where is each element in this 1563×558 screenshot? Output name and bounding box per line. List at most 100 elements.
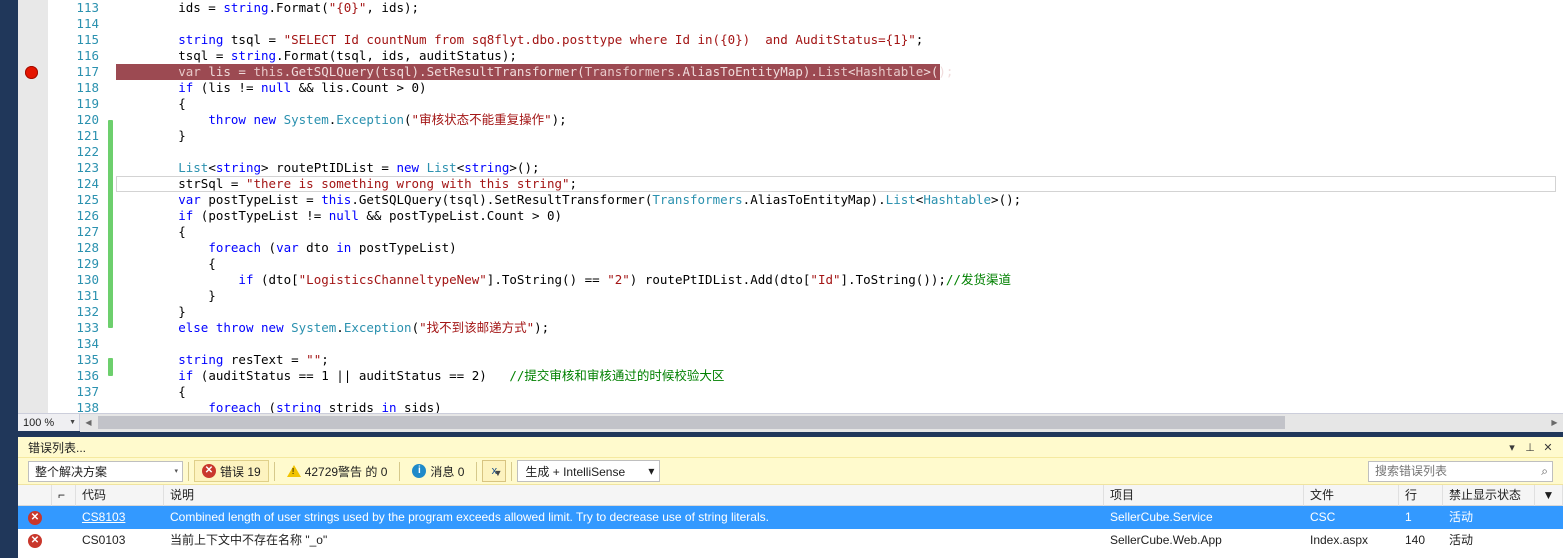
code-line[interactable]: ids = string.Format("{0}", ids);	[116, 0, 1563, 16]
editor-change-bar	[108, 0, 113, 413]
error-line-cell: 140	[1405, 533, 1426, 547]
code-line[interactable]: {	[116, 96, 1563, 112]
errors-filter-button[interactable]: ✕ 错误 19	[194, 460, 269, 482]
column-header-code[interactable]: 代码	[76, 484, 164, 506]
horizontal-scrollbar[interactable]: ◀ ▶	[80, 413, 1563, 432]
line-number: 138	[76, 400, 99, 413]
line-number: 123	[76, 160, 99, 175]
messages-filter-button[interactable]: i 消息 0	[405, 460, 471, 482]
column-header-line[interactable]: 行	[1399, 484, 1443, 506]
code-line[interactable]: else throw new System.Exception("找不到该邮递方…	[116, 320, 1563, 336]
code-line[interactable]	[116, 144, 1563, 160]
severity-icon-cell: ✕	[18, 529, 52, 552]
column-header-description[interactable]: 说明	[164, 484, 1104, 506]
toolbar-separator	[188, 461, 189, 481]
column-header-pin[interactable]: ⌐	[52, 484, 76, 506]
line-number: 114	[76, 16, 99, 31]
error-icon: ✕	[28, 533, 42, 548]
code-text-area[interactable]: ids = string.Format("{0}", ids); string …	[116, 0, 1563, 413]
column-header-project[interactable]: 项目	[1104, 484, 1304, 506]
error-project-cell: SellerCube.Service	[1110, 510, 1213, 524]
chevron-down-icon[interactable]: ▾	[1503, 441, 1521, 454]
chevron-down-icon: ▾	[174, 468, 178, 475]
error-code-link[interactable]: CS8103	[82, 510, 125, 524]
error-list-rows: ✕ CS8103 Combined length of user strings u…	[18, 506, 1563, 552]
code-line[interactable]: }	[116, 304, 1563, 320]
code-line[interactable]: string resText = "";	[116, 352, 1563, 368]
error-list-panel: 错误列表... ▾ ⊥ ✕ 整个解决方案 ▾ ✕ 错误 19 42729警告 的…	[18, 437, 1563, 558]
column-header-filter-icon[interactable]: ▼	[1535, 484, 1563, 506]
change-bar-segment	[108, 120, 113, 328]
code-line[interactable]: throw new System.Exception("审核状态不能重复操作")…	[116, 112, 1563, 128]
scope-dropdown[interactable]: 整个解决方案 ▾	[28, 460, 183, 482]
line-number: 125	[76, 192, 99, 207]
code-line[interactable]: {	[116, 384, 1563, 400]
scroll-right-icon[interactable]: ▶	[1546, 414, 1563, 431]
scope-dropdown-value: 整个解决方案	[35, 464, 108, 479]
code-line[interactable]: if (dto["LogisticsChanneltypeNew"].ToStr…	[116, 272, 1563, 288]
current-line-indicator	[116, 176, 1556, 192]
column-header-suppression-state[interactable]: 禁止显示状态	[1443, 484, 1535, 506]
line-number: 135	[76, 352, 99, 367]
breakpoint-marker[interactable]	[25, 66, 38, 79]
change-bar-segment	[108, 358, 113, 376]
errors-count-label: 错误 19	[220, 464, 261, 479]
funnel-icon: ▼	[493, 468, 503, 478]
line-number: 132	[76, 304, 99, 319]
editor-glyph-margin[interactable]	[18, 0, 48, 413]
error-description-cell: Combined length of user strings used by …	[170, 510, 769, 524]
warnings-filter-button[interactable]: 42729警告 的 0	[280, 460, 395, 482]
line-number: 115	[76, 32, 99, 47]
code-line[interactable]: }	[116, 288, 1563, 304]
column-header-file[interactable]: 文件	[1304, 484, 1399, 506]
error-project-cell: SellerCube.Web.App	[1110, 533, 1222, 547]
error-code-cell[interactable]: CS0103	[76, 529, 164, 552]
code-line[interactable]: List<string> routePtIDList = new List<st…	[116, 160, 1563, 176]
code-line[interactable]: {	[116, 224, 1563, 240]
search-icon[interactable]: ⌕	[1541, 464, 1548, 479]
line-number: 134	[76, 336, 99, 351]
code-line[interactable]: if (postTypeList != null && postTypeList…	[116, 208, 1563, 224]
line-number: 119	[76, 96, 99, 111]
clear-filter-button[interactable]: x ▼	[482, 460, 507, 482]
error-code-cell[interactable]: CS8103	[76, 506, 164, 529]
column-header-gutter	[18, 484, 52, 506]
severity-icon-cell: ✕	[18, 506, 52, 529]
code-line[interactable]: foreach (string strids in sids)	[116, 400, 1563, 413]
info-icon: i	[412, 464, 427, 478]
line-number-gutter: 113 114 115 116 117 118 119 120 121 122 123 124 125 1…	[48, 0, 106, 413]
code-line[interactable]: var lis = this.GetSQLQuery(tsql).SetResu…	[116, 64, 953, 80]
search-error-list-box[interactable]: ⌕	[1368, 460, 1553, 482]
toolbar-separator	[273, 461, 275, 481]
code-line[interactable]: string tsql = "SELECT Id countNum from s…	[116, 32, 1563, 48]
line-number: 129	[76, 256, 99, 271]
code-line[interactable]	[116, 336, 1563, 352]
error-list-title-bar[interactable]: 错误列表... ▾ ⊥ ✕	[18, 437, 1563, 458]
code-line[interactable]: var postTypeList = this.GetSQLQuery(tsql…	[116, 192, 1563, 208]
code-line[interactable]: {	[116, 256, 1563, 272]
pin-cell[interactable]	[52, 506, 76, 529]
zoom-level-selector[interactable]: 100 % ▼	[18, 414, 80, 431]
pin-icon[interactable]: ⊥	[1521, 441, 1539, 454]
chevron-down-icon: ▼	[69, 419, 76, 426]
scroll-left-icon[interactable]: ◀	[80, 414, 97, 431]
code-line[interactable]: }	[116, 128, 1563, 144]
close-icon[interactable]: ✕	[1539, 441, 1557, 454]
code-line[interactable]: if (auditStatus == 1 || auditStatus == 2…	[116, 368, 1563, 384]
line-number: 124	[76, 176, 99, 191]
build-intellisense-value: 生成 + IntelliSense	[525, 464, 626, 479]
line-number: 116	[76, 48, 99, 63]
search-input[interactable]	[1375, 464, 1542, 478]
pin-cell[interactable]	[52, 529, 76, 552]
table-row[interactable]: ✕ CS8103 Combined length of user strings u…	[18, 506, 1563, 529]
code-line[interactable]	[116, 16, 1563, 32]
code-line[interactable]: tsql = string.Format(tsql, ids, auditSta…	[116, 48, 1563, 64]
code-line[interactable]: if (lis != null && lis.Count > 0)	[116, 80, 1563, 96]
code-line[interactable]: foreach (var dto in postTypeList)	[116, 240, 1563, 256]
table-row[interactable]: ✕ CS0103 当前上下文中不存在名称 "_o" SellerCube.Web.Ap…	[18, 529, 1563, 552]
line-number: 120	[76, 112, 99, 127]
error-file-cell: Index.aspx	[1310, 533, 1369, 547]
build-intellisense-dropdown[interactable]: 生成 + IntelliSense ▾	[517, 460, 661, 482]
code-editor[interactable]: 113 114 115 116 117 118 119 120 121 122 123 124 125 1…	[18, 0, 1563, 413]
scrollbar-thumb[interactable]	[98, 415, 1285, 429]
